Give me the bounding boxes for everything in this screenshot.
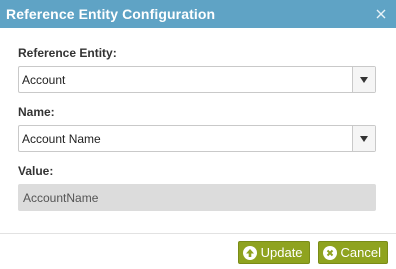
name-select[interactable]: Account Name [18, 125, 376, 152]
dialog-titlebar: Reference Entity Configuration [0, 0, 396, 28]
dialog-buttons: Update Cancel [237, 241, 388, 264]
value-readonly-input: AccountName [18, 184, 376, 211]
cancel-button[interactable]: Cancel [317, 241, 388, 264]
update-button-label: Update [260, 245, 303, 260]
reference-entity-select[interactable]: Account [18, 66, 376, 93]
x-circle-icon [322, 245, 337, 260]
value-field: Value: AccountName [18, 164, 376, 211]
arrow-up-icon [242, 245, 257, 260]
reference-entity-field: Reference Entity: Account [18, 46, 376, 93]
dialog-body: Reference Entity: Account Name: Account … [18, 46, 376, 223]
name-value: Account Name [22, 131, 101, 146]
value-label: Value: [18, 164, 54, 178]
reference-entity-value: Account [22, 72, 66, 87]
update-button[interactable]: Update [237, 241, 310, 264]
dropdown-arrow-icon[interactable] [352, 126, 375, 151]
name-field: Name: Account Name [18, 105, 376, 152]
dropdown-arrow-icon[interactable] [352, 67, 375, 92]
cancel-button-label: Cancel [340, 245, 381, 260]
dialog-title: Reference Entity Configuration [6, 6, 216, 22]
footer-divider [0, 233, 396, 234]
name-label: Name: [18, 105, 55, 119]
close-icon[interactable] [374, 6, 388, 22]
reference-entity-label: Reference Entity: [18, 46, 117, 60]
reference-entity-dialog: Reference Entity Configuration Reference… [0, 0, 396, 269]
